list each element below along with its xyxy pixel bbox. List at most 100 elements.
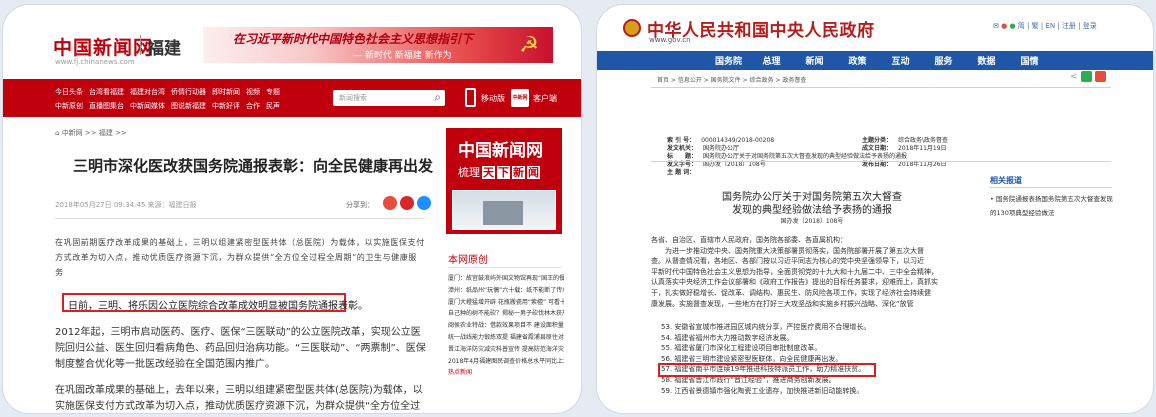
- nav-row-1: 今日头条 台湾看福建 福建对台湾 侨情行动器 即时新闻 视频 专题: [55, 87, 286, 97]
- divider: [448, 267, 562, 268]
- breadcrumb[interactable]: 首页 > 信息公开 > 国务院文件 > 综合政务 > 政务督查: [657, 75, 806, 84]
- nav-item[interactable]: 国务院: [707, 54, 750, 67]
- weibo-icon[interactable]: ●: [1001, 22, 1007, 30]
- nav-item[interactable]: 侨情行动器: [171, 88, 206, 96]
- nav-item[interactable]: 合作: [246, 102, 260, 110]
- news-link[interactable]: 2018年4月福建图民调查价格总水平同比上涨1.2%: [448, 356, 564, 368]
- logo-divider: [140, 35, 141, 55]
- nav-item[interactable]: 专题: [266, 88, 280, 96]
- document-number: 国办发〔2018〕108号: [780, 218, 844, 225]
- nav-item[interactable]: 福建对台湾: [130, 88, 165, 96]
- news-link[interactable]: 晋江海洋防灾减灾科普宣传 提高防范海洋灾害意识: [448, 344, 564, 356]
- nav-item[interactable]: 中新闻媒体: [130, 102, 165, 110]
- banner-subline: — 新时代 新福建 新作为: [353, 51, 452, 61]
- mobile-phone-icon[interactable]: [465, 88, 476, 107]
- gov-screenshot-panel: 中华人民共和国中央人民政府 www.gov.cn ✉ ● ● 简 | 繁 | E…: [597, 5, 1153, 413]
- news-link[interactable]: 厦门：故宫鼓浪屿外国文物馆再现“国王的餐桌”: [448, 273, 564, 285]
- highlight-text: 日前，三明、将乐因公立医院综合改革成效明显被国务院通报表彰。: [68, 301, 368, 312]
- share-icon[interactable]: [400, 196, 414, 210]
- highlighted-sentence: 日前，三明、将乐因公立医院综合改革成效明显被国务院通报表彰。: [62, 293, 368, 312]
- news-link[interactable]: 自己种的树不能砍？揭秘一男子砍伐林木获刑一年: [448, 308, 564, 320]
- main-nav: 今日头条 台湾看福建 福建对台湾 侨情行动器 即时新闻 视频 专题 中新原创 直播图集台 中新闻…: [3, 79, 581, 117]
- sidebar-photo: [452, 190, 556, 230]
- mobile-version-link[interactable]: 移动版: [481, 93, 505, 104]
- nav-item[interactable]: 直播图集台: [89, 102, 124, 110]
- sidebar-promo[interactable]: 中国新闻网 梳理天下新闻: [446, 128, 562, 234]
- list-item: 54. 福建省福州市大力推动数字经济发展。: [661, 333, 794, 342]
- mail-icon[interactable]: ✉: [993, 22, 999, 30]
- list-item: 55. 福建省厦门市深化工程建设项目审批制度改革。: [661, 344, 822, 353]
- qq-share-icon[interactable]: [417, 196, 431, 210]
- top-links: ✉ ● ● 简 | 繁 | EN | 注册 | 登录: [993, 21, 1097, 31]
- breadcrumb-text[interactable]: 中新网 >> 福建 >>: [62, 129, 127, 137]
- weibo-share-icon[interactable]: [383, 196, 397, 210]
- nav-item[interactable]: 今日头条: [55, 88, 83, 96]
- nav-item[interactable]: 中新好评: [212, 102, 240, 110]
- document-body: 各省、自治区、直辖市人民政府，国务院各部委、各直属机构： 为进一步推动党中央、国…: [651, 236, 938, 308]
- chinanews-logo[interactable]: 中国新闻网: [53, 33, 153, 60]
- region-label[interactable]: 福建: [147, 34, 181, 59]
- nav-item[interactable]: 数据: [965, 54, 1008, 67]
- divider: [651, 87, 1111, 88]
- chinanews-screenshot-panel: 中国新闻网 福建 www.fj.chinanews.com 在习近平新时代中国特…: [3, 5, 581, 413]
- nav-item[interactable]: 政策: [836, 54, 879, 67]
- wechat-icon[interactable]: ●: [1009, 22, 1015, 30]
- nav-item[interactable]: 民声: [266, 102, 280, 110]
- nav-item[interactable]: 图说新福建: [171, 102, 206, 110]
- sidebar-slogan: 梳理天下新闻: [458, 166, 540, 179]
- divider: [651, 161, 1111, 162]
- related-report-link[interactable]: • 国务院通报表扬国务院第五次大督查发现的130项典型经验做法: [990, 192, 1116, 220]
- article-paragraph: 2012年起，三明市启动医药、医疗、医保“三医联动”的公立医院改革，实现公立医院…: [55, 327, 426, 370]
- document-info-table: 索 引 号： 000014349/2018-00208 主题分类： 综合政务\政务督…: [667, 137, 949, 176]
- article-title: 三明市深化医改获国务院通报表彰：向全民健康再出发: [73, 157, 434, 175]
- commendation-list: 53. 安徽省宣城市推进园区城内统分享，严控医疗费用不合理增长。 54. 福建省…: [661, 322, 951, 396]
- news-link[interactable]: 统一战线能力锻炼双提 福建省霞浦县原住对镇养殖: [448, 332, 564, 344]
- list-item: 53. 安徽省宣城市推进园区城内统分享，严控医疗费用不合理增长。: [661, 323, 871, 331]
- news-link[interactable]: 闽侯农业特战：借款效果项目不 建设面积量和规划: [448, 320, 564, 332]
- site-url: www.fj.chinanews.com: [55, 58, 135, 66]
- share-icon[interactable]: <: [1070, 72, 1078, 82]
- weibo-share-icon[interactable]: [1094, 71, 1106, 82]
- client-app-link[interactable]: 客户端: [533, 93, 557, 104]
- news-link[interactable]: 厦门大嶝猛增开辟 花瓶搬瓷用“紫檀” 可看十足: [448, 297, 564, 309]
- nav-item[interactable]: 新闻: [793, 54, 836, 67]
- news-link[interactable]: 漳州：纸品州“玩偶”六十载：纸不能断了传承: [448, 285, 564, 297]
- home-icon[interactable]: ⌂: [55, 129, 59, 137]
- original-news-list: 厦门：故宫鼓浪屿外国文物馆再现“国王的餐桌” 漳州：纸品州“玩偶”六十载：纸不能…: [448, 273, 564, 379]
- news-search-input[interactable]: 新闻搜索 ⌕: [333, 90, 445, 106]
- breadcrumb: ⌂ 中新网 >> 福建 >>: [55, 128, 127, 138]
- article-paragraph: 在巩固前期医疗改革成果的基础上，三明以组建紧密型医共体（总医院）为载体，以实施医…: [55, 238, 425, 277]
- national-emblem-icon: [623, 19, 641, 37]
- nav-item[interactable]: 服务: [922, 54, 965, 67]
- share-label: 分享到：: [346, 201, 374, 209]
- search-icon[interactable]: ⌕: [434, 90, 441, 105]
- app-icon[interactable]: 中新网: [511, 89, 529, 107]
- divider: [55, 218, 425, 219]
- gov-main-nav: 国务院 总理 新闻 政策 互动 服务 数据 国情: [597, 51, 1153, 70]
- nav-item[interactable]: 国情: [1008, 54, 1051, 67]
- original-section-title: 本网原创: [448, 255, 488, 266]
- banner-slogan: 在习近平新时代中国特色社会主义思想指引下: [233, 32, 474, 46]
- nav-item[interactable]: 即时新闻: [212, 88, 240, 96]
- news-more-title: 热点新闻: [448, 369, 473, 377]
- gov-url: www.gov.cn: [649, 36, 691, 44]
- article-paragraph: 在巩固改革成果的基础上，去年以来，三明以组建紧密型医共体(总医院)为载体，以实施…: [55, 385, 423, 412]
- nav-item[interactable]: 中新原创: [55, 102, 83, 110]
- top-link-text[interactable]: 简 | 繁 | EN | 注册 | 登录: [1018, 22, 1097, 30]
- share-tools: <: [1070, 71, 1106, 82]
- nav-item[interactable]: 总理: [750, 54, 793, 67]
- search-placeholder: 新闻搜索: [339, 94, 367, 102]
- article-meta: 2018年05月27日 09:34:45 来源：福建日报: [55, 201, 197, 209]
- wechat-share-icon[interactable]: [1080, 71, 1092, 82]
- related-reports-title: 相关报道: [990, 176, 1022, 185]
- divider: [990, 187, 1112, 188]
- sidebar-logo: 中国新闻网: [458, 141, 543, 161]
- nav-item[interactable]: 互动: [879, 54, 922, 67]
- slogan-banner[interactable]: 在习近平新时代中国特色社会主义思想指引下 — 新时代 新福建 新作为 ☭: [203, 27, 553, 63]
- highlight-box: [658, 363, 876, 377]
- nav-item[interactable]: 台湾看福建: [89, 88, 124, 96]
- list-item: 59. 江西省景德镇市强化陶瓷工业遗存，加快推进新旧动能转换。: [661, 386, 864, 395]
- nav-row-2: 中新原创 直播图集台 中新闻媒体 图说新福建 中新好评 合作 民声: [55, 101, 286, 111]
- party-emblem-icon: ☭: [519, 33, 539, 58]
- nav-item[interactable]: 视频: [246, 88, 260, 96]
